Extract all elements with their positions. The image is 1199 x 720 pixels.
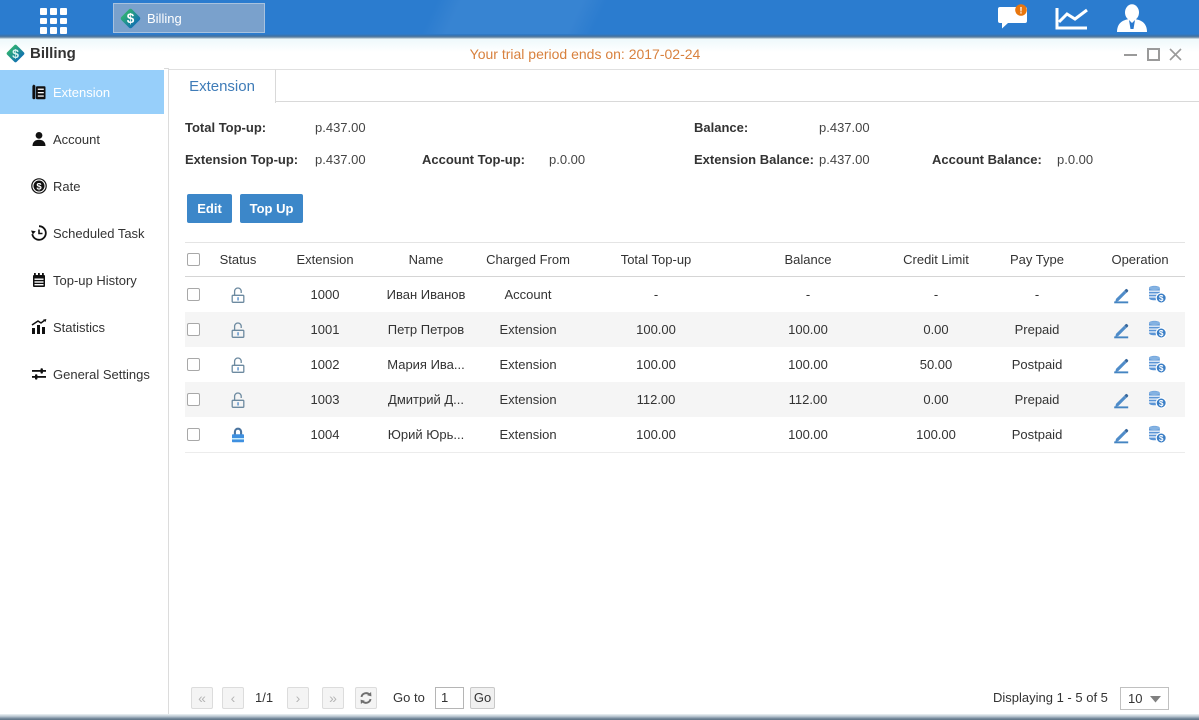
svg-text:$: $ [1159,364,1164,373]
svg-text:$: $ [36,181,42,192]
svg-text:!: ! [1020,5,1023,15]
svg-text:$: $ [1159,399,1164,408]
svg-text:$: $ [1159,294,1164,303]
svg-text:$: $ [127,11,135,26]
svg-text:$: $ [1159,329,1164,338]
svg-text:$: $ [1159,434,1164,443]
